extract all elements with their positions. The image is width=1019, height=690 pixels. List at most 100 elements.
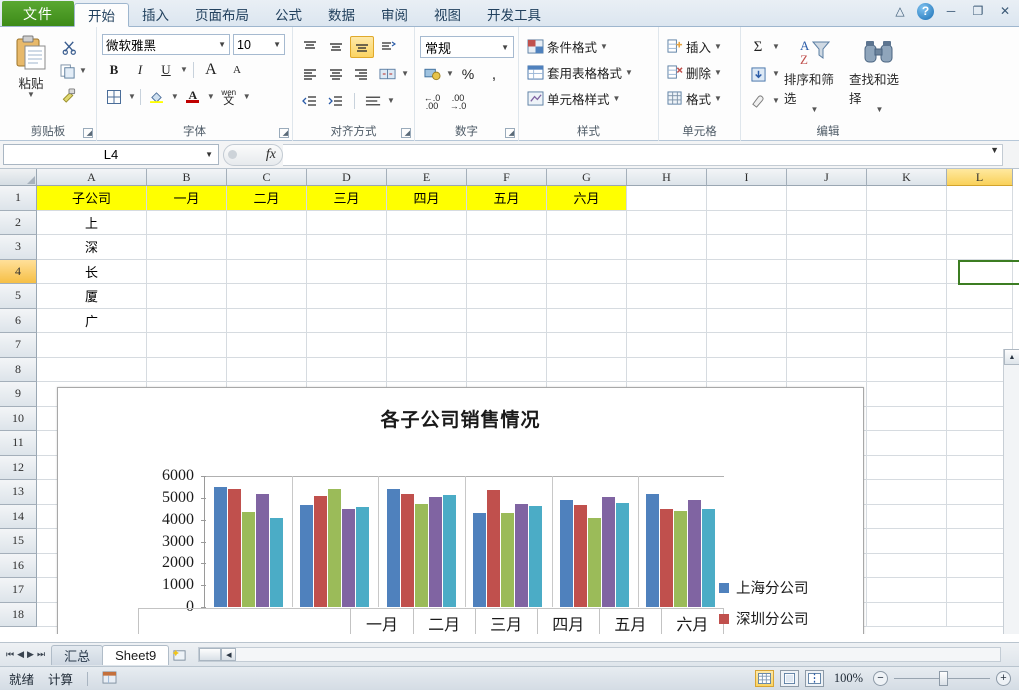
- column-header-c[interactable]: C: [227, 169, 307, 186]
- font-size-input[interactable]: 10 ▼: [233, 34, 285, 55]
- increase-indent-button[interactable]: [324, 90, 348, 112]
- align-middle-button[interactable]: [324, 36, 348, 58]
- cell-I4[interactable]: [707, 259, 787, 284]
- column-header-j[interactable]: J: [787, 169, 867, 186]
- cell-C7[interactable]: [227, 333, 307, 358]
- bar[interactable]: [601, 497, 615, 607]
- bold-button[interactable]: B: [102, 59, 126, 81]
- cell-C1[interactable]: 二月: [227, 186, 307, 211]
- bar[interactable]: [227, 488, 241, 607]
- bar[interactable]: [386, 489, 400, 607]
- align-left-button[interactable]: [298, 63, 322, 85]
- horizontal-scrollbar[interactable]: ◀: [198, 647, 1001, 662]
- bar[interactable]: [501, 513, 515, 607]
- cell-C6[interactable]: [227, 308, 307, 333]
- cancel-enter-icon[interactable]: [228, 150, 237, 159]
- cell-B4[interactable]: [147, 259, 227, 284]
- cell-E4[interactable]: [387, 259, 467, 284]
- cell-K2[interactable]: [867, 210, 947, 235]
- cell-F1[interactable]: 五月: [467, 186, 547, 211]
- tab-developer[interactable]: 开发工具: [474, 2, 554, 26]
- tab-review[interactable]: 审阅: [368, 2, 421, 26]
- currency-format-button[interactable]: [420, 63, 444, 85]
- sort-filter-button[interactable]: A Z 排序和筛选 ▼: [784, 35, 845, 114]
- tab-page-layout[interactable]: 页面布局: [182, 2, 262, 26]
- column-header-h[interactable]: H: [627, 169, 707, 186]
- decrease-decimal-button[interactable]: .00 →.0: [446, 91, 470, 113]
- paste-button[interactable]: 粘贴 ▼: [5, 33, 57, 99]
- zoom-slider-thumb[interactable]: [939, 671, 948, 686]
- cell-L6[interactable]: [947, 308, 1013, 333]
- copy-button[interactable]: ▼: [57, 60, 90, 82]
- cell-E8[interactable]: [387, 357, 467, 382]
- borders-button[interactable]: [102, 86, 126, 108]
- cell-L5[interactable]: [947, 284, 1013, 309]
- cell-I5[interactable]: [707, 284, 787, 309]
- bar[interactable]: [529, 506, 543, 607]
- cell-K10[interactable]: [867, 406, 947, 431]
- legend-item[interactable]: 深圳分公司: [719, 603, 847, 634]
- cell-E7[interactable]: [387, 333, 467, 358]
- row-header-10[interactable]: 10: [0, 406, 37, 431]
- cell-C4[interactable]: [227, 259, 307, 284]
- autosum-caret[interactable]: ▼: [772, 43, 780, 51]
- align-bottom-button[interactable]: [350, 36, 374, 58]
- cell-G4[interactable]: [547, 259, 627, 284]
- phonetic-guide-button[interactable]: wen 文: [217, 86, 241, 108]
- clear-caret[interactable]: ▼: [772, 97, 780, 105]
- cell-H4[interactable]: [627, 259, 707, 284]
- fill-caret[interactable]: ▼: [772, 70, 780, 78]
- cell-styles-caret[interactable]: ▼: [613, 94, 621, 102]
- alignment-dialog-launcher[interactable]: ◢: [401, 128, 411, 138]
- fill-button[interactable]: [746, 63, 770, 85]
- cell-C5[interactable]: [227, 284, 307, 309]
- bar[interactable]: [241, 512, 255, 607]
- minimize-icon[interactable]: ─: [941, 2, 961, 20]
- phonetic-caret[interactable]: ▼: [243, 93, 251, 101]
- shrink-font-button[interactable]: A: [225, 59, 249, 81]
- chart-object[interactable]: 各子公司销售情况 6000 5000 4000 3000 2000 1000 0 一月 二月三…: [57, 387, 864, 634]
- tab-file[interactable]: 文件: [2, 1, 74, 26]
- borders-caret[interactable]: ▼: [128, 93, 136, 101]
- column-header-b[interactable]: B: [147, 169, 227, 186]
- cell-J5[interactable]: [787, 284, 867, 309]
- cell-H2[interactable]: [627, 210, 707, 235]
- cell-D2[interactable]: [307, 210, 387, 235]
- cell-F8[interactable]: [467, 357, 547, 382]
- insert-cells-caret[interactable]: ▼: [714, 42, 722, 50]
- number-format-caret[interactable]: ▼: [501, 43, 509, 52]
- cell-K9[interactable]: [867, 382, 947, 407]
- column-header-i[interactable]: I: [707, 169, 787, 186]
- cell-G8[interactable]: [547, 357, 627, 382]
- wrap-caret[interactable]: ▼: [387, 97, 395, 105]
- sheet-tab-sheet9[interactable]: Sheet9: [102, 644, 170, 665]
- cell-B3[interactable]: [147, 235, 227, 260]
- bar[interactable]: [328, 488, 342, 607]
- row-header-14[interactable]: 14: [0, 504, 37, 529]
- cell-E3[interactable]: [387, 235, 467, 260]
- cell-F5[interactable]: [467, 284, 547, 309]
- font-name-input[interactable]: 微软雅黑 ▼: [102, 34, 230, 55]
- formula-input[interactable]: ▼: [283, 143, 1003, 166]
- zoom-level-label[interactable]: 100%: [834, 671, 863, 686]
- cell-K6[interactable]: [867, 308, 947, 333]
- cell-F3[interactable]: [467, 235, 547, 260]
- row-header-8[interactable]: 8: [0, 357, 37, 382]
- sheet-tab-huizong[interactable]: 汇总: [51, 644, 104, 665]
- column-header-g[interactable]: G: [547, 169, 627, 186]
- autosum-button[interactable]: Σ: [746, 36, 770, 58]
- cell-K13[interactable]: [867, 480, 947, 505]
- cell-I1[interactable]: [707, 186, 787, 211]
- column-header-k[interactable]: K: [867, 169, 947, 186]
- cell-K12[interactable]: [867, 455, 947, 480]
- copy-dropdown-caret[interactable]: ▼: [79, 67, 87, 75]
- tab-view[interactable]: 视图: [421, 2, 474, 26]
- number-dialog-launcher[interactable]: ◢: [505, 128, 515, 138]
- bar[interactable]: [300, 505, 314, 607]
- formula-expand-caret[interactable]: ▼: [990, 145, 999, 155]
- bar[interactable]: [255, 494, 269, 607]
- cell-D8[interactable]: [307, 357, 387, 382]
- orientation-button[interactable]: [376, 36, 400, 58]
- clipboard-dialog-launcher[interactable]: ◢: [83, 128, 93, 138]
- cell-H8[interactable]: [627, 357, 707, 382]
